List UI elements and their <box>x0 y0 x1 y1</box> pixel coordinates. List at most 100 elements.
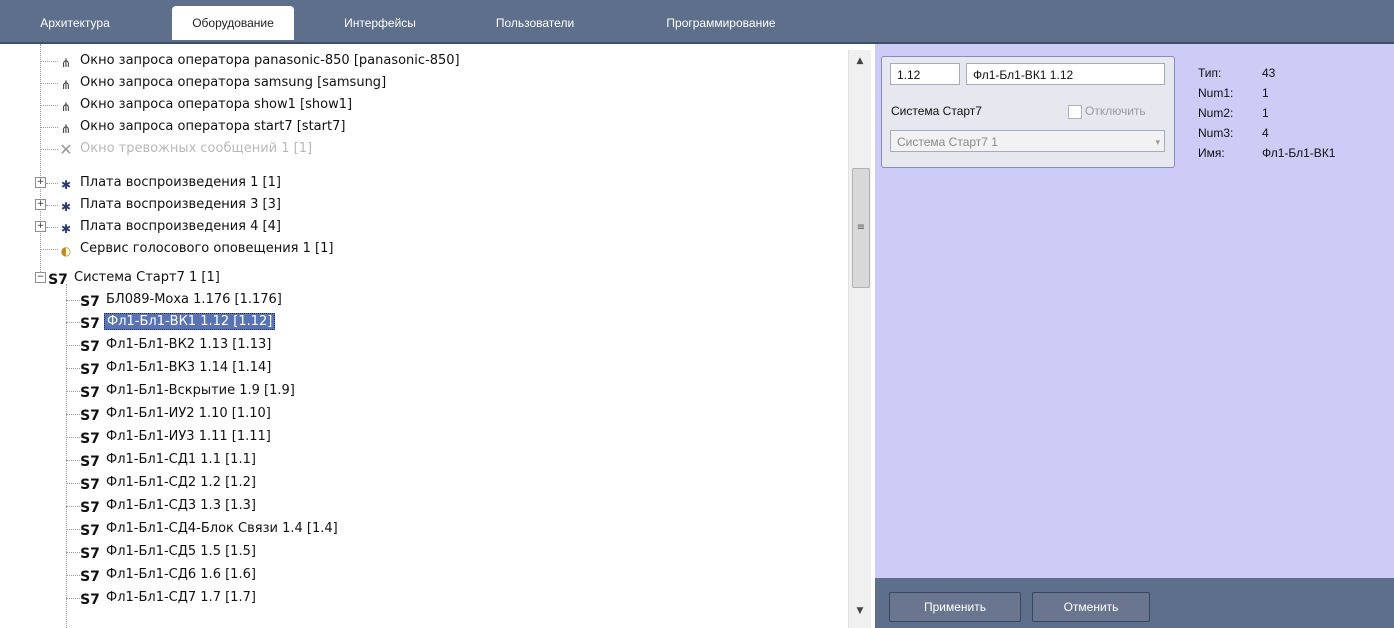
tree-item[interactable]: S7 Фл1-Бл1-СД6 1.6 [1.6] <box>80 564 258 586</box>
disable-checkbox-label: Отключить <box>1085 104 1146 118</box>
tree-item[interactable]: S7 Фл1-Бл1-СД3 1.3 [1.3] <box>80 495 258 517</box>
tree-item[interactable]: S7 Фл1-Бл1-СД4-Блок Связи 1.4 [1.4] <box>80 518 340 540</box>
s7-icon: S7 <box>80 362 100 378</box>
info-num1-value: 1 <box>1262 86 1269 100</box>
disable-checkbox[interactable] <box>1068 105 1082 119</box>
s7-icon: S7 <box>80 294 100 310</box>
tree-item-label: Фл1-Бл1-СД4-Блок Связи 1.4 [1.4] <box>106 521 338 536</box>
tab-users[interactable]: Пользователи <box>470 6 600 40</box>
tree-item-label: Фл1-Бл1-СД7 1.7 [1.7] <box>106 590 256 605</box>
tab-interfaces[interactable]: Интерфейсы <box>320 6 440 40</box>
tree-item[interactable]: ⋔ Окно запроса оператора panasonic-850 [p… <box>58 50 462 72</box>
info-num3-value: 4 <box>1262 126 1269 140</box>
tree-item[interactable]: ◐ Сервис голосового оповещения 1 [1] <box>58 238 335 260</box>
scroll-thumb[interactable]: ≡ <box>852 168 870 288</box>
tree-item-label: Фл1-Бл1-СД6 1.6 [1.6] <box>106 567 256 582</box>
scroll-up-arrow-icon[interactable]: ▲ <box>849 52 871 70</box>
s7-icon: S7 <box>80 339 100 355</box>
expand-toggle[interactable]: + <box>35 177 46 188</box>
expand-toggle[interactable]: + <box>35 199 46 210</box>
info-num2-value: 1 <box>1262 106 1269 120</box>
disabled-x-icon: ✕ <box>59 140 73 159</box>
parent-system-select[interactable]: Система Старт7 1 ▾ <box>890 130 1165 152</box>
info-name-label: Имя: <box>1198 146 1225 160</box>
tree-item[interactable]: ⋔ Окно запроса оператора samsung [samsung… <box>58 72 388 94</box>
tree-item-label: Плата воспроизведения 4 [4] <box>80 219 281 234</box>
tree-item[interactable]: S7 Система Старт7 1 [1] <box>48 267 222 289</box>
tree-item[interactable]: S7 Фл1-Бл1-СД5 1.5 [1.5] <box>80 541 258 563</box>
tree-scrollbar[interactable]: ▲ ≡ ▼ <box>848 50 871 628</box>
s7-icon: S7 <box>80 477 100 493</box>
tree-item-label: Фл1-Бл1-Вскрытие 1.9 [1.9] <box>106 383 295 398</box>
tree-item[interactable]: ⋔ Окно запроса оператора show1 [show1] <box>58 94 354 116</box>
s7-icon: S7 <box>80 500 100 516</box>
equipment-tree: ⋔ Окно запроса оператора panasonic-850 [p… <box>0 44 850 628</box>
parent-system-select-value: Система Старт7 1 <box>897 135 998 149</box>
tab-architecture[interactable]: Архитектура <box>8 6 142 40</box>
s7-icon: S7 <box>80 316 100 332</box>
playback-board-icon: ✱ <box>60 178 72 192</box>
device-id-field[interactable]: 1.12 <box>890 63 960 85</box>
tree-item-label: Плата воспроизведения 3 [3] <box>80 197 281 212</box>
playback-board-icon: ✱ <box>60 200 72 214</box>
tree-connector <box>40 44 41 276</box>
tree-item-label: Фл1-Бл1-СД3 1.3 [1.3] <box>106 498 256 513</box>
info-num1-label: Num1: <box>1198 86 1234 100</box>
tree-item[interactable]: ⋔ Окно запроса оператора start7 [start7] <box>58 116 347 138</box>
tree-connector <box>40 83 58 84</box>
tree-item-label: Фл1-Бл1-ИУ3 1.11 [1.11] <box>106 429 271 444</box>
tree-connector <box>40 127 58 128</box>
tree-item-label: Система Старт7 1 [1] <box>74 270 220 285</box>
tree-item-label: Фл1-Бл1-СД1 1.1 [1.1] <box>106 452 256 467</box>
s7-icon: S7 <box>80 385 100 401</box>
tree-connector <box>40 149 58 150</box>
device-name-field[interactable]: Фл1-Бл1-ВК1 1.12 <box>966 63 1165 85</box>
tree-item[interactable]: S7 Фл1-Бл1-ИУ3 1.11 [1.11] <box>80 426 273 448</box>
operator-request-icon: ⋔ <box>60 56 72 70</box>
tree-item[interactable]: S7 Фл1-Бл1-СД7 1.7 [1.7] <box>80 587 258 609</box>
tree-item[interactable]: ✱ Плата воспроизведения 3 [3] <box>58 194 283 216</box>
s7-icon: S7 <box>48 272 68 288</box>
cancel-button[interactable]: Отменить <box>1032 592 1150 622</box>
tree-connector <box>66 284 67 628</box>
tab-equipment[interactable]: Оборудование <box>172 6 294 40</box>
tree-item-label: Окно запроса оператора samsung [samsung] <box>80 75 387 90</box>
expand-toggle[interactable]: + <box>35 221 46 232</box>
info-num3-label: Num3: <box>1198 126 1234 140</box>
tree-item[interactable]: S7 Фл1-Бл1-СД2 1.2 [1.2] <box>80 472 258 494</box>
operator-request-icon: ⋔ <box>60 78 72 92</box>
collapse-toggle[interactable]: − <box>35 272 46 283</box>
tree-item-label: Фл1-Бл1-СД2 1.2 [1.2] <box>106 475 256 490</box>
tree-item[interactable]: S7 Фл1-Бл1-ВК2 1.13 [1.13] <box>80 334 273 356</box>
s7-icon: S7 <box>80 569 100 585</box>
tree-item[interactable]: S7 Фл1-Бл1-ВК3 1.14 [1.14] <box>80 357 273 379</box>
operator-request-icon: ⋔ <box>60 122 72 136</box>
parent-system-label: Система Старт7 <box>891 104 982 118</box>
tree-item[interactable]: ✱ Плата воспроизведения 4 [4] <box>58 216 283 238</box>
tree-item[interactable]: S7 Фл1-Бл1-СД1 1.1 [1.1] <box>80 449 258 471</box>
s7-icon: S7 <box>80 454 100 470</box>
apply-button[interactable]: Применить <box>889 592 1021 622</box>
tree-item-label: Фл1-Бл1-ВК2 1.13 [1.13] <box>106 337 272 352</box>
tree-item[interactable]: S7 БЛ089-Моха 1.176 [1.176] <box>80 289 284 311</box>
tree-item-selected[interactable]: S7 Фл1-Бл1-ВК1 1.12 [1.12] <box>80 311 276 333</box>
s7-icon: S7 <box>80 431 100 447</box>
s7-icon: S7 <box>80 523 100 539</box>
top-tab-bar: Архитектура Оборудование Интерфейсы Поль… <box>0 0 1394 44</box>
tab-programming[interactable]: Программирование <box>632 6 810 40</box>
tree-item[interactable]: S7 Фл1-Бл1-ИУ2 1.10 [1.10] <box>80 403 273 425</box>
tree-item[interactable]: S7 Фл1-Бл1-Вскрытие 1.9 [1.9] <box>80 380 297 402</box>
tree-item-label: Сервис голосового оповещения 1 [1] <box>80 241 334 256</box>
tree-item-label: Окно запроса оператора show1 [show1] <box>80 97 353 112</box>
playback-board-icon: ✱ <box>60 222 72 236</box>
s7-icon: S7 <box>80 408 100 424</box>
s7-icon: S7 <box>80 546 100 562</box>
tree-item-label: Фл1-Бл1-ВК3 1.14 [1.14] <box>106 360 272 375</box>
tree-connector <box>46 183 58 184</box>
tree-connector <box>40 249 58 250</box>
tree-item-label: Плата воспроизведения 1 [1] <box>80 175 281 190</box>
tree-item[interactable]: ✕ Окно тревожных сообщений 1 [1] <box>58 138 314 160</box>
scroll-down-arrow-icon[interactable]: ▼ <box>849 602 871 620</box>
tree-item[interactable]: ✱ Плата воспроизведения 1 [1] <box>58 172 283 194</box>
chevron-down-icon: ▾ <box>1155 137 1160 147</box>
